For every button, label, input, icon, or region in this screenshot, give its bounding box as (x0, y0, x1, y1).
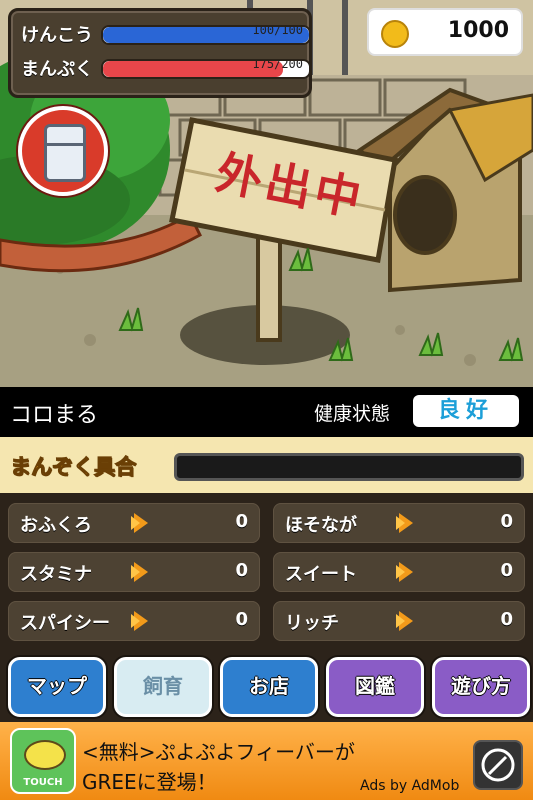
arrow-right-icon (131, 611, 148, 631)
flavor-name: おふくろ (20, 515, 92, 536)
flavor-item[interactable]: スイート 0 (273, 552, 525, 592)
health-status-label: 健康状態 (314, 403, 391, 425)
health-bar: 100/100 (101, 25, 311, 45)
satisfaction-label: まんぞく具合 (10, 455, 137, 480)
pet-name: コロまる (10, 403, 99, 428)
health-row: けんこう 100/100 (19, 19, 311, 49)
arrow-right-icon (131, 513, 148, 533)
flavor-item[interactable]: スパイシー 0 (8, 601, 260, 641)
ad-icon-text: TOUCH (23, 777, 63, 788)
flavor-count: 0 (235, 609, 248, 630)
fridge-button[interactable] (18, 106, 108, 196)
ad-headline: <無料>ぷよぷよフィーバーが (82, 740, 355, 764)
map-button[interactable]: マップ (8, 657, 106, 717)
flavor-grid: おふくろ 0 ほそなが 0 スタミナ 0 スイート 0 スパイシー 0 リッチ … (0, 493, 533, 649)
fullness-value: 175/200 (252, 59, 303, 71)
compass-glyph (481, 748, 515, 782)
satisfaction-row: まんぞく具合 (0, 437, 533, 493)
shop-button[interactable]: お店 (220, 657, 318, 717)
flavor-count: 0 (500, 560, 513, 581)
flavor-count: 0 (500, 511, 513, 532)
ad-credit: Ads by AdMob (360, 778, 460, 794)
pet-status-bar: コロまる 健康状態 良好 (0, 387, 533, 437)
satisfaction-bar (174, 453, 524, 481)
bottom-nav: マップ 飼育 お店 図鑑 遊び方 (0, 649, 533, 722)
fridge-icon (44, 124, 86, 182)
fullness-row: まんぷく 175/200 (19, 53, 311, 83)
flavor-name: スタミナ (20, 564, 92, 585)
coin-value: 1000 (447, 18, 509, 43)
yard-scene: 外出中 けんこう 100/100 まんぷく 175/200 1000 (0, 0, 533, 387)
flavor-name: ほそなが (285, 515, 357, 536)
raise-button[interactable]: 飼育 (114, 657, 212, 717)
coin-counter: 1000 (367, 8, 523, 56)
status-hud: けんこう 100/100 まんぷく 175/200 (8, 8, 312, 98)
dex-button[interactable]: 図鑑 (326, 657, 424, 717)
flavor-item[interactable]: おふくろ 0 (8, 503, 260, 543)
fullness-label: まんぷく (21, 59, 93, 80)
coin-icon (381, 20, 409, 48)
ad-subline: GREEに登場！ (82, 770, 217, 794)
arrow-right-icon (396, 513, 413, 533)
compass-icon[interactable] (473, 740, 523, 790)
flavor-count: 0 (235, 511, 248, 532)
flavor-item[interactable]: ほそなが 0 (273, 503, 525, 543)
arrow-right-icon (396, 611, 413, 631)
flavor-item[interactable]: スタミナ 0 (8, 552, 260, 592)
flavor-name: スイート (285, 564, 357, 585)
arrow-right-icon (131, 562, 148, 582)
ad-banner[interactable]: TOUCH <無料>ぷよぷよフィーバーが GREEに登場！ Ads by AdM… (0, 722, 533, 800)
health-value: 100/100 (252, 25, 303, 37)
ad-mascot-icon (24, 740, 66, 770)
ad-app-icon: TOUCH (10, 728, 76, 794)
howto-button[interactable]: 遊び方 (432, 657, 530, 717)
fullness-bar: 175/200 (101, 59, 311, 79)
flavor-name: スパイシー (20, 613, 110, 634)
arrow-right-icon (396, 562, 413, 582)
health-status-value: 良好 (413, 395, 519, 427)
flavor-item[interactable]: リッチ 0 (273, 601, 525, 641)
flavor-count: 0 (235, 560, 248, 581)
flavor-name: リッチ (285, 613, 339, 634)
flavor-count: 0 (500, 609, 513, 630)
health-label: けんこう (21, 25, 93, 46)
